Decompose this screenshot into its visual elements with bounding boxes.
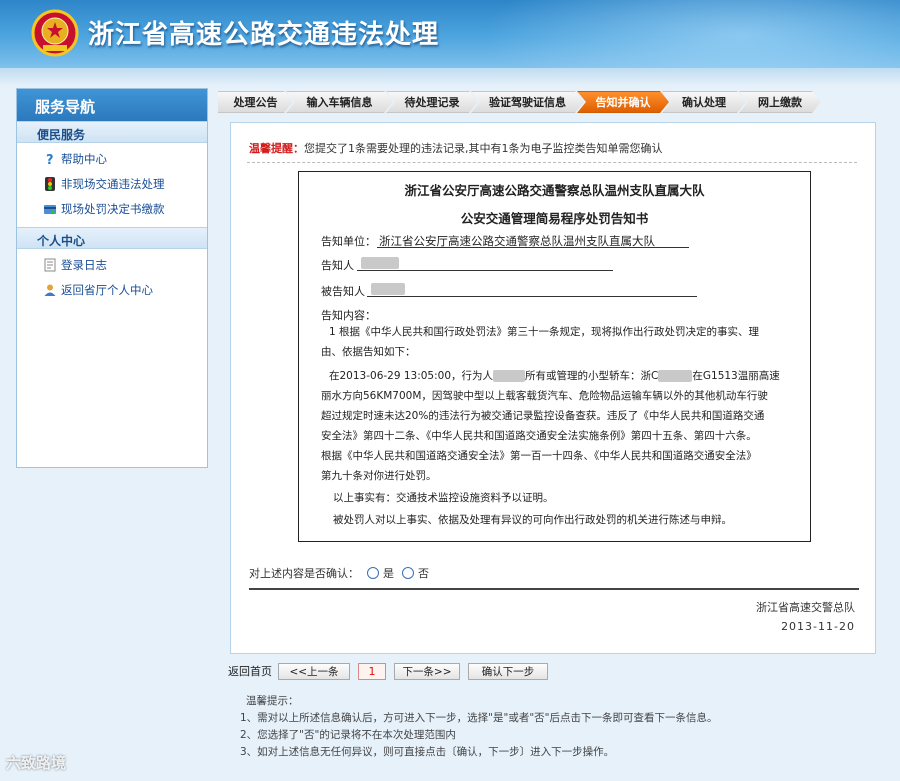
doc-para-3: 以上事实有：交通技术监控设施资料予以证明。 [333,492,554,504]
sidebar-section-personal: 个人中心 [17,227,207,249]
doc-title-form: 公安交通管理简易程序处罚告知书 [460,211,649,226]
doc-para-2a-part3: 在G1513温丽高速 [692,370,780,382]
redacted-text [493,370,526,382]
header: 浙江省高速公路交通违法处理 [0,0,900,68]
sidebar-list-personal: 登录日志 返回省厅个人中心 [17,249,207,308]
header-glow [480,0,900,68]
log-icon [43,258,57,272]
tips: 温馨提示： 1、需对以上所述信息确认后，方可进入下一步，选择"是"或者"否"后点… [240,693,718,761]
tips-item: 3、如对上述信息无任何异议，则可直接点击〔确认，下一步〕进入下一步操作。 [240,746,615,758]
prev-button[interactable]: <<上一条 [278,662,350,680]
divider [249,588,859,590]
step-online-payment[interactable]: 网上缴款 [739,91,821,113]
pager: 返回首页 <<上一条 1 下一条>> 确认下一步 [228,662,556,680]
doc-para-1a: 1 根据《中华人民共和国行政处罚法》第三十一条规定，现将拟作出行政处罚决定的事实… [329,326,760,338]
doc-para-2f: 第九十条对你进行处罚。 [321,470,437,482]
police-emblem-icon [31,9,79,57]
sidebar-item-label: 非现场交通违法处理 [61,176,165,191]
step-verify-license[interactable]: 验证驾驶证信息 [471,91,584,113]
page-title: 浙江省高速公路交通违法处理 [88,20,440,50]
doc-unit-label: 告知单位： [321,235,376,248]
question-icon: ? [43,152,57,166]
confirm-question: 对上述内容是否确认： 是 否 [249,565,429,581]
user-icon [43,283,57,297]
sidebar-item-label: 返回省厅个人中心 [61,282,153,297]
payment-icon [43,202,57,216]
confirm-next-button[interactable]: 确认下一步 [468,662,548,680]
sidebar-item-label: 帮助中心 [61,151,107,166]
underline [357,270,613,271]
step-progress-bar: 处理公告 输入车辆信息 待处理记录 验证驾驶证信息 告知并确认 确认处理 网上缴… [218,91,882,113]
sidebar-title: 服务导航 [17,89,207,121]
doc-para-2e: 根据《中华人民共和国道路交通安全法》第一百一十四条、《中华人民共和国道路交通安全… [321,450,757,462]
doc-para-4: 被处罚人对以上事实、依据及处理有异议的可向作出行政处罚的机关进行陈述与申辩。 [333,514,732,526]
doc-notifier-label: 告知人 [321,259,354,272]
notice: 温馨提醒：您提交了1条需要处理的违法记录,其中有1条为电子监控类告知单需您确认 [249,140,663,156]
sidebar-item-label: 登录日志 [61,257,107,272]
confirm-question-text: 对上述内容是否确认： [249,567,359,580]
next-button[interactable]: 下一条>> [394,662,460,680]
underline [377,247,689,248]
tips-title: 温馨提示： [246,695,299,707]
doc-para-2b: 丽水方向56KM700M，因驾驶中型以上载客载货汽车、危险物品运输车辆以外的其他… [321,390,768,402]
sidebar-item-login-log[interactable]: 登录日志 [43,252,207,277]
doc-para-2a-part2: 所有或管理的小型轿车：浙C [525,370,659,382]
doc-title-issuer: 浙江省公安厅高速公路交通警察总队温州支队直属大队 [404,183,705,198]
sidebar-item-help[interactable]: ? 帮助中心 [43,146,207,171]
step-notify-confirm[interactable]: 告知并确认 [577,91,669,113]
header-strip [0,68,900,86]
confirm-no-label[interactable]: 否 [418,565,429,581]
signature-date: 2013-11-20 [781,620,855,633]
step-pending-records[interactable]: 待处理记录 [386,91,478,113]
watermark: 六致路境 [6,754,67,772]
notification-document: 浙江省公安厅高速公路交通警察总队温州支队直属大队 公安交通管理简易程序处罚告知书… [298,171,811,542]
doc-para-2a-part1: 在2013-06-29 13:05:00，行为人 [329,370,494,382]
sidebar-item-onsite-payment[interactable]: 现场处罚决定书缴款 [43,196,207,221]
doc-para-1b: 由、依据告知如下： [321,346,416,358]
redacted-text [658,370,693,382]
main-panel: 温馨提醒：您提交了1条需要处理的违法记录,其中有1条为电子监控类告知单需您确认 … [230,122,876,654]
doc-para-2a: 在2013-06-29 13:05:00，行为人 所有或管理的小型轿车：浙C 在G1… [329,366,780,386]
sidebar-item-label: 现场处罚决定书缴款 [61,201,165,216]
home-link[interactable]: 返回首页 [228,663,272,679]
sidebar-item-offsite-violation[interactable]: 非现场交通违法处理 [43,171,207,196]
redacted-text [371,283,405,295]
current-page: 1 [358,662,386,680]
confirm-no-radio[interactable] [402,567,414,579]
sidebar-section-convenience: 便民服务 [17,121,207,143]
notice-text: 您提交了1条需要处理的违法记录,其中有1条为电子监控类告知单需您确认 [304,142,663,155]
sidebar-list-convenience: ? 帮助中心 非现场交通违法处理 现场处罚决定书缴款 [17,143,207,227]
sidebar: 服务导航 便民服务 ? 帮助中心 非现场交通违法处理 现场处罚决定书缴款 个人中… [16,88,208,468]
doc-para-2d: 安全法》第四十二条、《中华人民共和国道路交通安全法实施条例》第四十五条、第四十六… [321,430,757,442]
sidebar-item-return-personal[interactable]: 返回省厅个人中心 [43,277,207,302]
step-enter-vehicle[interactable]: 输入车辆信息 [286,91,393,113]
redacted-text [361,257,399,269]
step-confirm-process[interactable]: 确认处理 [662,91,746,113]
doc-para-2c: 超过规定时速未达20%的违法行为被交通记录監控设备查获。违反了《中华人民共和国道… [321,410,765,422]
traffic-light-icon [43,176,57,191]
signature-org: 浙江省高速交警总队 [756,601,855,614]
confirm-yes-label[interactable]: 是 [383,565,394,581]
divider [247,162,857,163]
confirm-yes-radio[interactable] [367,567,379,579]
notice-label: 温馨提醒： [249,142,304,155]
doc-notified-label: 被告知人 [321,285,365,298]
step-notice[interactable]: 处理公告 [218,91,293,113]
underline [367,296,697,297]
tips-item: 2、您选择了"否"的记录将不在本次处理范围内 [240,729,456,741]
tips-item: 1、需对以上所述信息确认后，方可进入下一步，选择"是"或者"否"后点击下一条即可… [240,712,718,724]
svg-text:?: ? [46,153,54,166]
doc-content-label: 告知内容： [321,309,376,322]
